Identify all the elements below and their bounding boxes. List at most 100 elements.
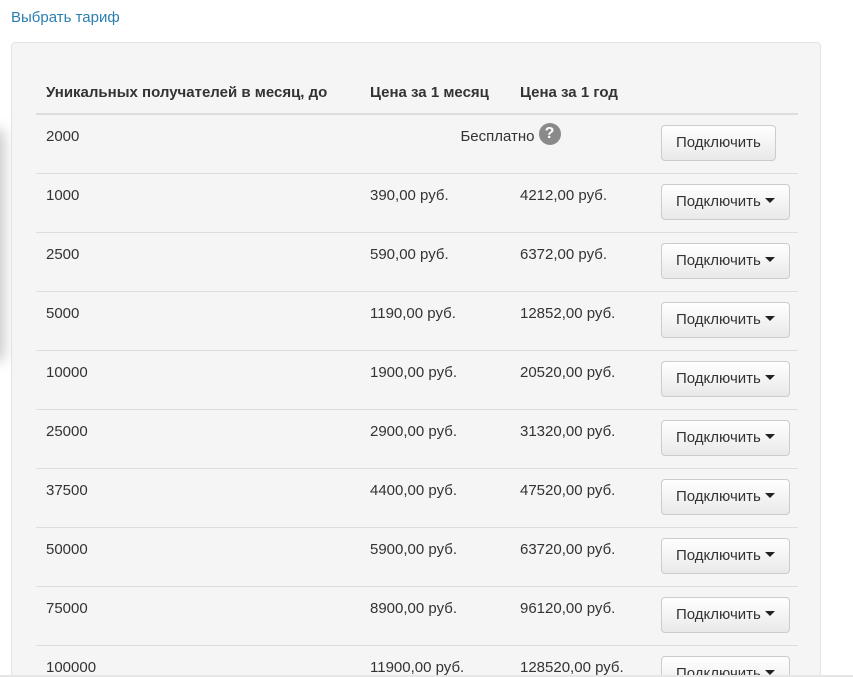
month-price-value: 390,00 руб. [370,187,449,204]
table-row: 2500 590,00 руб. 6372,00 руб. Подключить [36,232,798,292]
connect-button-label: Подключить [676,193,761,210]
year-price-cell: 47520,00 руб. [510,468,651,528]
column-header-month-price: Цена за 1 месяц [360,71,510,115]
connect-button-label: Подключить [676,370,761,387]
tariff-table: Уникальных получателей в месяц, до Цена … [36,71,798,677]
year-price-value: 12852,00 руб. [520,305,616,322]
connect-button-label: Подключить [676,488,761,505]
year-price-value: 63720,00 руб. [520,541,616,558]
tariff-panel: Уникальных получателей в месяц, до Цена … [11,42,821,677]
free-price-label: Бесплатно [460,128,535,145]
recipients-value: 25000 [46,423,88,440]
year-price-cell: 63720,00 руб. [510,527,651,587]
year-price-value: 96120,00 руб. [520,600,616,617]
recipients-cell: 10000 [36,350,360,410]
connect-dropdown-button[interactable]: Подключить [661,243,790,279]
free-price-cell: Бесплатно? [360,113,651,174]
action-cell: Подключить [651,232,798,292]
caret-down-icon [764,256,775,262]
action-cell: Подключить [651,586,798,646]
column-header-recipients: Уникальных получателей в месяц, до [36,71,360,115]
recipients-value: 75000 [46,600,88,617]
recipients-cell: 37500 [36,468,360,528]
action-cell: Подключить [651,409,798,469]
connect-dropdown-button[interactable]: Подключить [661,597,790,633]
column-header-action [651,71,798,115]
connect-dropdown-button[interactable]: Подключить [661,361,790,397]
year-price-cell: 6372,00 руб. [510,232,651,292]
table-row: 25000 2900,00 руб. 31320,00 руб. Подключить [36,409,798,469]
caret-down-icon [764,433,775,439]
recipients-cell: 2500 [36,232,360,292]
month-price-value: 5900,00 руб. [370,541,457,558]
recipients-value: 10000 [46,364,88,381]
year-price-value: 4212,00 руб. [520,187,607,204]
caret-down-icon [764,197,775,203]
year-price-value: 128520,00 руб. [520,659,624,676]
action-cell: Подключить [651,291,798,351]
month-price-value: 1900,00 руб. [370,364,457,381]
recipients-value: 5000 [46,305,80,322]
table-row: 37500 4400,00 руб. 47520,00 руб. Подключить [36,468,798,528]
connect-button-label: Подключить [676,547,761,564]
connect-dropdown-button[interactable]: Подключить [661,420,790,456]
tariff-table-body: 2000 Бесплатно? Подключить 1000 390,00 ру… [36,113,798,677]
connect-dropdown-button[interactable]: Подключить [661,656,790,677]
month-price-value: 8900,00 руб. [370,600,457,617]
month-price-cell: 5900,00 руб. [360,527,510,587]
action-cell: Подключить [651,468,798,528]
recipients-cell: 5000 [36,291,360,351]
month-price-cell: 2900,00 руб. [360,409,510,469]
action-cell: Подключить [651,645,798,677]
caret-down-icon [764,374,775,380]
connect-button-label: Подключить [676,429,761,446]
month-price-cell: 590,00 руб. [360,232,510,292]
month-price-cell: 8900,00 руб. [360,586,510,646]
column-header-year-price: Цена за 1 год [510,71,651,115]
table-row: 10000 1900,00 руб. 20520,00 руб. Подключить [36,350,798,410]
year-price-cell: 31320,00 руб. [510,409,651,469]
recipients-cell: 75000 [36,586,360,646]
connect-button[interactable]: Подключить [661,125,776,161]
caret-down-icon [764,551,775,557]
month-price-value: 1190,00 руб. [370,305,456,322]
connect-dropdown-button[interactable]: Подключить [661,479,790,515]
caret-down-icon [764,315,775,321]
caret-down-icon [764,669,775,675]
table-row: 50000 5900,00 руб. 63720,00 руб. Подключить [36,527,798,587]
caret-down-icon [764,610,775,616]
action-cell: Подключить [651,113,798,174]
action-cell: Подключить [651,527,798,587]
action-cell: Подключить [651,350,798,410]
year-price-cell: 20520,00 руб. [510,350,651,410]
recipients-value: 100000 [46,659,97,676]
connect-dropdown-button[interactable]: Подключить [661,302,790,338]
month-price-cell: 390,00 руб. [360,173,510,233]
recipients-cell: 1000 [36,173,360,233]
recipients-cell: 100000 [36,645,360,677]
year-price-cell: 96120,00 руб. [510,586,651,646]
action-cell: Подключить [651,173,798,233]
choose-tariff-link[interactable]: Выбрать тариф [11,9,120,26]
year-price-cell: 4212,00 руб. [510,173,651,233]
month-price-value: 590,00 руб. [370,246,449,263]
month-price-cell: 1190,00 руб. [360,291,510,351]
recipients-value: 50000 [46,541,88,558]
connect-button-label: Подключить [676,606,761,623]
connect-dropdown-button[interactable]: Подключить [661,538,790,574]
connect-dropdown-button[interactable]: Подключить [661,184,790,220]
recipients-value: 2500 [46,246,80,263]
month-price-value: 4400,00 руб. [370,482,457,499]
table-row: 75000 8900,00 руб. 96120,00 руб. Подключить [36,586,798,646]
connect-button-label: Подключить [676,252,761,269]
year-price-value: 20520,00 руб. [520,364,616,381]
month-price-cell: 1900,00 руб. [360,350,510,410]
question-circle-icon[interactable]: ? [538,123,561,146]
connect-button-label: Подключить [676,311,761,328]
table-row-free: 2000 Бесплатно? Подключить [36,113,798,174]
month-price-value: 2900,00 руб. [370,423,457,440]
tariff-page: Выбрать тариф Уникальных получателей в м… [0,0,853,677]
table-row: 5000 1190,00 руб. 12852,00 руб. Подключить [36,291,798,351]
recipients-value: 2000 [46,128,80,145]
table-row: 100000 11900,00 руб. 128520,00 руб. Подключ… [36,645,798,677]
